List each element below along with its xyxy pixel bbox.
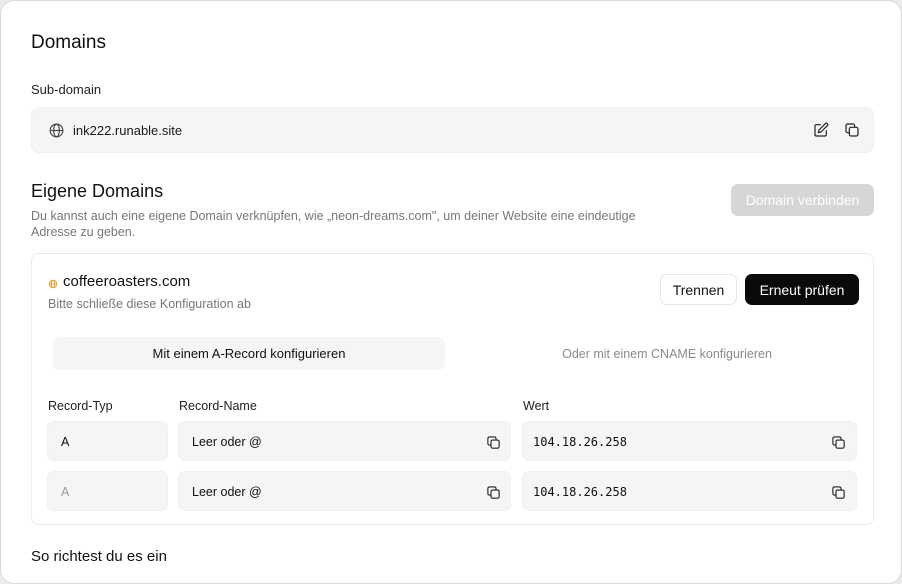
record-value-cell: 104.18.26.258 xyxy=(522,471,857,511)
disconnect-button[interactable]: Trennen xyxy=(660,274,737,305)
recheck-button[interactable]: Erneut prüfen xyxy=(745,274,859,305)
subdomain-value: ink222.runable.site xyxy=(73,123,183,138)
pending-globe-icon xyxy=(48,276,58,289)
custom-domains-description: Du kannst auch eine eigene Domain verknü… xyxy=(31,209,636,239)
custom-domains-title: Eigene Domains xyxy=(31,181,164,201)
setup-guide-title: So richtest du es ein xyxy=(31,548,167,565)
tab-cname[interactable]: Oder mit einem CNAME konfigurieren xyxy=(474,337,860,370)
column-header-record-type: Record-Typ xyxy=(48,399,113,413)
subdomain-label: Sub-domain xyxy=(31,82,102,97)
record-name-cell: Leer oder @ xyxy=(178,471,511,511)
globe-icon xyxy=(48,122,65,139)
configuration-hint: Bitte schließe diese Konfiguration ab xyxy=(48,297,251,311)
record-type-value: A xyxy=(61,435,70,449)
copy-icon[interactable] xyxy=(483,432,503,452)
record-name-value: Leer oder @ xyxy=(192,435,262,449)
record-name-cell: Leer oder @ xyxy=(178,421,511,461)
record-value-cell: 104.18.26.258 xyxy=(522,421,857,461)
record-value: 104.18.26.258 xyxy=(533,485,627,499)
page-title: Domains xyxy=(31,32,106,53)
edit-icon[interactable] xyxy=(811,120,831,140)
copy-icon[interactable] xyxy=(828,482,848,502)
domains-settings-panel: Domains Sub-domain ink222.runable.site E… xyxy=(0,0,902,584)
record-type-cell: A xyxy=(47,471,168,511)
domain-config-card: coffeeroasters.com Bitte schließe diese … xyxy=(31,253,874,525)
copy-icon[interactable] xyxy=(828,432,848,452)
subdomain-field: ink222.runable.site xyxy=(31,107,874,153)
record-type-value: A xyxy=(61,485,70,499)
column-header-value: Wert xyxy=(523,399,550,413)
record-value: 104.18.26.258 xyxy=(533,435,627,449)
connect-domain-button[interactable]: Domain verbinden xyxy=(731,184,874,216)
copy-icon[interactable] xyxy=(483,482,503,502)
record-type-cell: A xyxy=(47,421,168,461)
record-name-value: Leer oder @ xyxy=(192,485,262,499)
copy-icon[interactable] xyxy=(842,120,862,140)
custom-domain-name: coffeeroasters.com xyxy=(63,273,191,290)
tab-a-record[interactable]: Mit einem A-Record konfigurieren xyxy=(53,337,445,370)
column-header-record-name: Record-Name xyxy=(179,399,257,413)
